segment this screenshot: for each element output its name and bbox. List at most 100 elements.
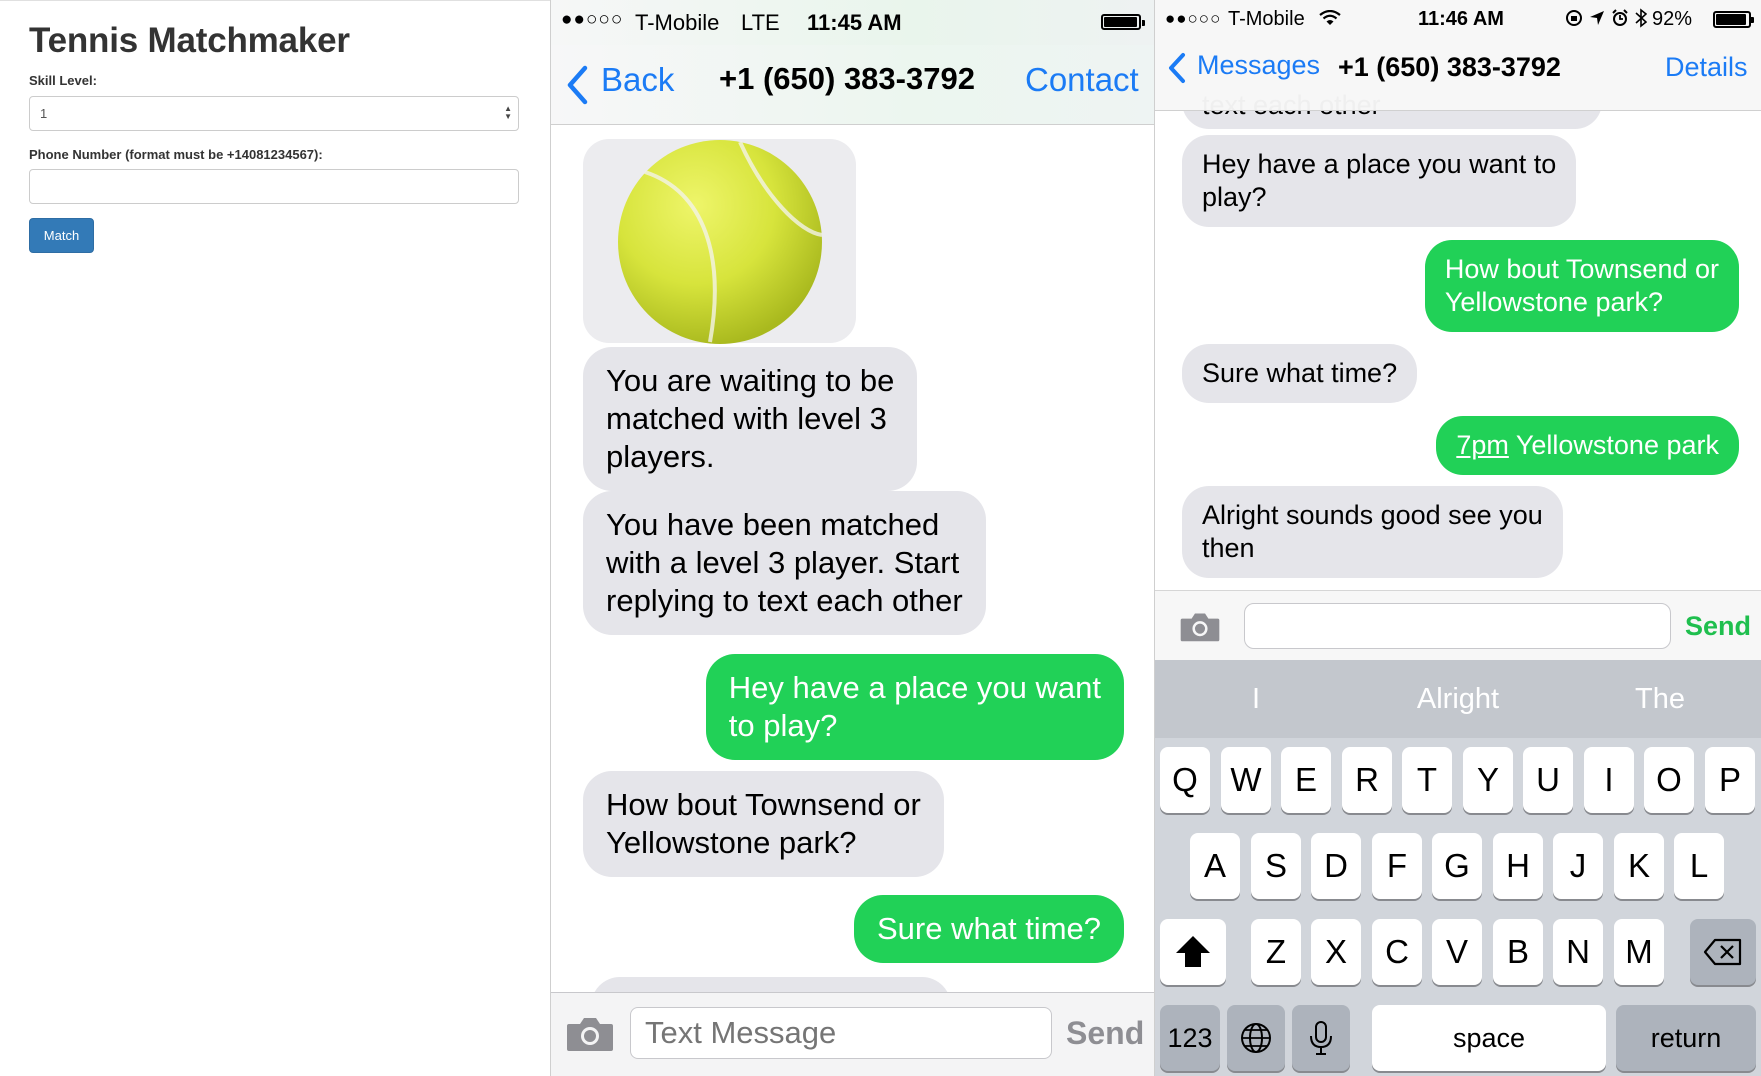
phone-left: ●●○○○ T-Mobile LTE 11:45 AM Back +1 (650…: [550, 0, 1155, 1076]
key-o[interactable]: O: [1644, 747, 1694, 813]
skill-level-select[interactable]: 1 ▲ ▼: [29, 96, 519, 131]
conversation-title: +1 (650) 383-3792: [1338, 52, 1561, 82]
message-bubble-incoming-partial: [591, 977, 951, 992]
delete-key[interactable]: [1690, 919, 1756, 985]
message-text: How bout Townsend or Yellowstone park?: [606, 787, 921, 860]
key-h[interactable]: H: [1493, 833, 1543, 899]
phone-number-input[interactable]: [29, 169, 519, 204]
message-text: Sure what time?: [877, 911, 1101, 946]
header: ●●○○○ T-Mobile 11:46 AM 92% Messages +1 …: [1155, 0, 1761, 111]
status-bar: ●●○○○ T-Mobile LTE 11:45 AM: [551, 0, 1154, 45]
details-button[interactable]: Details: [1665, 52, 1748, 83]
message-bubble-incoming: Hey have a place you want to play?: [1182, 135, 1577, 227]
key-u[interactable]: U: [1523, 747, 1573, 813]
message-list: You are waiting to be matched with level…: [551, 125, 1154, 992]
message-bubble-outgoing: How bout Townsend or Yellowstone park?: [1424, 240, 1739, 332]
bluetooth-icon: [1635, 8, 1647, 28]
key-q[interactable]: Q: [1160, 747, 1210, 813]
battery-percent: 92%: [1652, 8, 1693, 30]
carrier: T-Mobile: [1228, 8, 1305, 30]
key-g[interactable]: G: [1432, 833, 1482, 899]
contact-button[interactable]: Contact: [1025, 61, 1139, 99]
camera-icon[interactable]: [565, 1015, 615, 1053]
camera-icon[interactable]: [1179, 611, 1221, 643]
network-type: LTE: [741, 10, 780, 35]
key-v[interactable]: V: [1432, 919, 1482, 985]
conversation-title: +1 (650) 383-3792: [719, 61, 975, 96]
key-c[interactable]: C: [1372, 919, 1422, 985]
delete-icon: [1703, 938, 1742, 966]
key-n[interactable]: N: [1553, 919, 1603, 985]
key-f[interactable]: F: [1372, 833, 1422, 899]
key-l[interactable]: L: [1674, 833, 1724, 899]
suggestion-3[interactable]: The: [1559, 660, 1761, 738]
match-button[interactable]: Match: [29, 218, 94, 253]
key-p[interactable]: P: [1705, 747, 1755, 813]
back-label: Messages: [1197, 50, 1321, 80]
message-composer: Send: [1155, 590, 1761, 661]
battery-icon: [1101, 14, 1145, 30]
message-text: Yellowstone park: [1508, 430, 1719, 460]
status-time: 11:45 AM: [807, 10, 902, 35]
message-text: Sure what time?: [1202, 358, 1398, 388]
message-input-bar: Send: [551, 992, 1154, 1076]
key-x[interactable]: X: [1311, 919, 1361, 985]
web-app-panel: Tennis Matchmaker Skill Level: 1 ▲ ▼ Phon…: [0, 0, 550, 1076]
skill-level-value: 1: [40, 106, 48, 121]
text-message-input[interactable]: [630, 1007, 1052, 1059]
orientation-lock-icon: [1566, 10, 1582, 26]
signal-strength: ●●○○○: [561, 9, 624, 30]
microphone-icon: [1310, 1021, 1332, 1055]
message-text: You are waiting to be matched with level…: [606, 363, 895, 474]
suggestion-2[interactable]: Alright: [1357, 660, 1559, 738]
message-bubble-outgoing: Hey have a place you want to play?: [705, 654, 1124, 760]
send-button[interactable]: Send: [1685, 611, 1751, 642]
key-k[interactable]: K: [1614, 833, 1664, 899]
key-i[interactable]: I: [1584, 747, 1634, 813]
message-bubble-outgoing: 7pm Yellowstone park: [1436, 416, 1739, 475]
nav-bar: Back +1 (650) 383-3792 Contact: [551, 45, 1154, 125]
location-icon: [1590, 11, 1604, 25]
key-w[interactable]: W: [1221, 747, 1271, 813]
key-m[interactable]: M: [1614, 919, 1664, 985]
key-j[interactable]: J: [1553, 833, 1603, 899]
time-link[interactable]: 7pm: [1456, 430, 1509, 460]
select-arrows-icon: ▲ ▼: [504, 104, 512, 121]
back-button[interactable]: Back: [565, 61, 685, 107]
key-t[interactable]: T: [1402, 747, 1452, 813]
page-title: Tennis Matchmaker: [29, 21, 350, 60]
globe-icon: [1241, 1023, 1271, 1053]
key-e[interactable]: E: [1281, 747, 1331, 813]
chevron-left-icon: [1169, 53, 1185, 83]
back-label: Back: [601, 61, 675, 98]
message-bubble-incoming: You have been matched with a level 3 pla…: [583, 491, 986, 635]
message-bubble-incoming: How bout Townsend or Yellowstone park?: [583, 771, 944, 877]
key-d[interactable]: D: [1311, 833, 1361, 899]
shift-key[interactable]: [1160, 919, 1226, 985]
message-text: Alright sounds good see you then: [1202, 500, 1543, 563]
message-input[interactable]: [1244, 603, 1671, 649]
phone-right: ●●○○○ T-Mobile 11:46 AM 92% Messages +1 …: [1155, 0, 1761, 1076]
return-key[interactable]: return: [1616, 1005, 1756, 1071]
globe-key[interactable]: [1227, 1005, 1285, 1071]
key-z[interactable]: Z: [1251, 919, 1301, 985]
back-to-messages-button[interactable]: Messages: [1167, 50, 1335, 90]
message-text: Hey have a place you want to play?: [1202, 149, 1557, 212]
suggestion-1[interactable]: I: [1155, 660, 1357, 738]
status-time: 11:46 AM: [1418, 8, 1504, 30]
key-y[interactable]: Y: [1463, 747, 1513, 813]
key-r[interactable]: R: [1342, 747, 1392, 813]
chevron-left-icon: [567, 65, 588, 105]
numbers-key[interactable]: 123: [1160, 1005, 1220, 1071]
message-bubble-incoming: Sure what time?: [1182, 344, 1418, 403]
dictation-key[interactable]: [1292, 1005, 1350, 1071]
key-s[interactable]: S: [1251, 833, 1301, 899]
phone-number-label: Phone Number (format must be +1408123456…: [29, 147, 323, 162]
tennis-ball-image[interactable]: [583, 139, 856, 344]
tennis-ball-icon: [618, 140, 823, 344]
wifi-icon: [1319, 10, 1341, 25]
key-b[interactable]: B: [1493, 919, 1543, 985]
send-button[interactable]: Send: [1066, 1015, 1144, 1052]
key-a[interactable]: A: [1190, 833, 1240, 899]
space-key[interactable]: space: [1372, 1005, 1606, 1071]
